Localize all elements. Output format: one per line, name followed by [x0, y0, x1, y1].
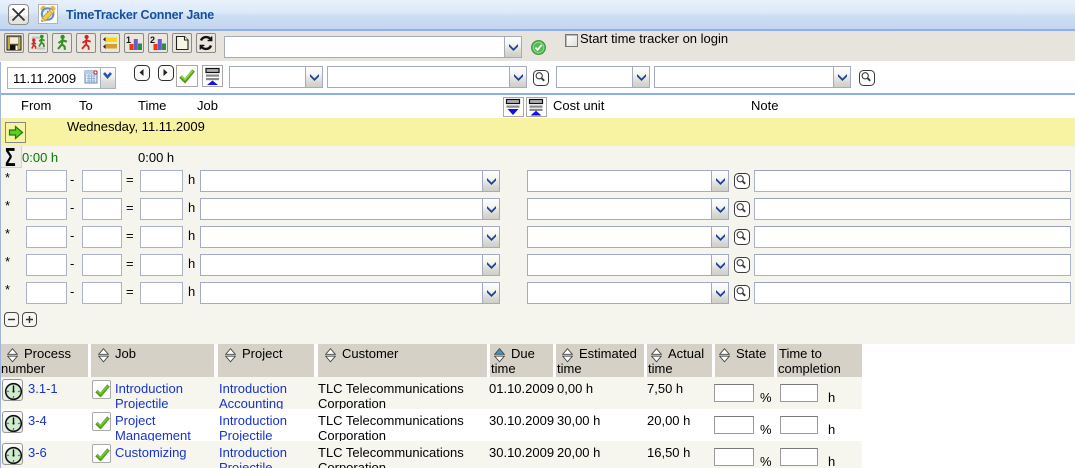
- svg-text:1: 1: [126, 35, 131, 45]
- svg-text:2: 2: [150, 35, 155, 45]
